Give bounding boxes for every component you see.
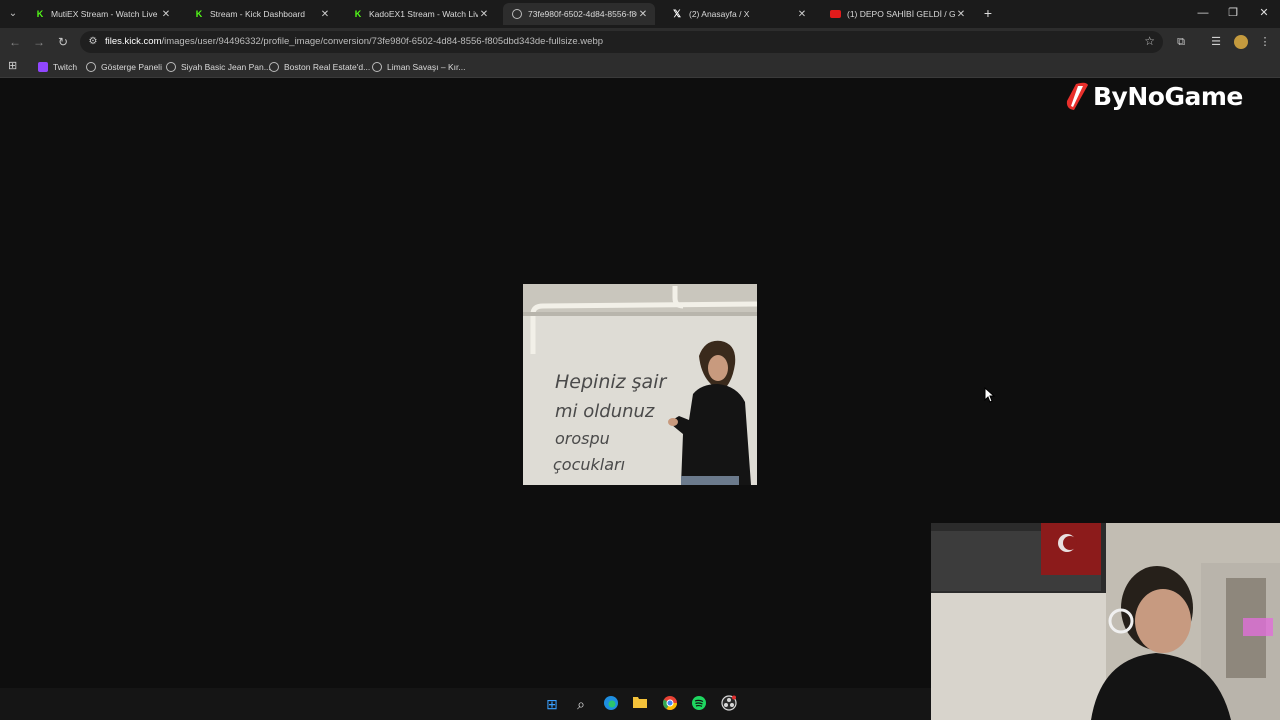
screen: ⌄ K MutiEX Stream - Watch Live on ✕ K St…: [0, 0, 1280, 720]
x-icon: 𝕏: [672, 8, 682, 20]
profile-image[interactable]: Hepiniz şair mi oldunuz orospu çocukları: [523, 284, 757, 485]
close-tab-icon[interactable]: ✕: [160, 9, 172, 20]
bookmark-liman-savasi[interactable]: Liman Savaşı – Kır...: [372, 59, 465, 75]
bookmark-star-icon[interactable]: ☆: [1144, 34, 1155, 48]
kick-icon: K: [354, 9, 362, 19]
youtube-icon: [830, 10, 841, 18]
tab-x-home[interactable]: 𝕏 (2) Anasayfa / X ✕: [662, 3, 814, 25]
wall-text-line-1: Hepiniz şair: [555, 371, 667, 393]
bynogame-logo-mark-icon: [1066, 82, 1088, 110]
file-explorer-icon[interactable]: [631, 695, 649, 713]
wall-text-line-4: çocukları: [553, 455, 625, 474]
menu-kebab-icon[interactable]: ⋮: [1256, 33, 1274, 51]
tab-title: Stream - Kick Dashboard: [210, 9, 305, 19]
edge-icon[interactable]: [602, 695, 620, 713]
media-controls-icon[interactable]: ☰: [1207, 33, 1225, 51]
url-path: /images/user/94496332/profile_image/conv…: [161, 36, 604, 47]
kick-icon: K: [36, 9, 44, 19]
forward-arrow-icon[interactable]: →: [30, 33, 48, 51]
tab-image-file[interactable]: 73fe980f-6502-4d84-8556-f805 ✕: [503, 3, 655, 25]
apps-grid-icon[interactable]: ⊞: [8, 60, 20, 72]
bookmark-label: Boston Real Estate'd...: [284, 62, 371, 72]
new-tab-button[interactable]: +: [980, 4, 996, 22]
close-tab-icon[interactable]: ✕: [955, 9, 967, 20]
bookmark-twitch[interactable]: Twitch: [38, 59, 77, 75]
extensions-icon[interactable]: ⧉: [1172, 33, 1190, 51]
close-tab-icon[interactable]: ✕: [319, 9, 331, 20]
bookmark-boston-real-estate[interactable]: Boston Real Estate'd...: [269, 59, 370, 75]
search-icon[interactable]: ⌕: [572, 695, 590, 713]
bynogame-logo: ByNoGame: [1064, 80, 1243, 112]
bookmarks-bar: ⊞ Twitch Gösterge Paneli Siyah Basic Jea…: [0, 56, 1280, 78]
webcam-feed: [931, 523, 1280, 720]
tab-mutiex-stream[interactable]: K MutiEX Stream - Watch Live on ✕: [26, 3, 178, 25]
tab-kadoex1-stream[interactable]: K KadoEX1 Stream - Watch Live o ✕: [344, 3, 496, 25]
bookmark-gosterge-paneli[interactable]: Gösterge Paneli: [86, 59, 162, 75]
minimize-button[interactable]: —: [1188, 4, 1218, 22]
close-tab-icon[interactable]: ✕: [796, 9, 808, 20]
globe-icon: [269, 62, 279, 72]
obs-icon[interactable]: [720, 695, 738, 713]
url-host: files.kick.com: [105, 36, 162, 47]
close-tab-icon[interactable]: ✕: [637, 9, 649, 20]
site-info-icon[interactable]: ⚙: [87, 36, 99, 48]
close-window-button[interactable]: ✕: [1249, 4, 1279, 22]
globe-icon: [166, 62, 176, 72]
close-tab-icon[interactable]: ✕: [478, 9, 490, 20]
globe-icon: [372, 62, 382, 72]
tab-title: 73fe980f-6502-4d84-8556-f805: [528, 9, 637, 19]
url-text[interactable]: files.kick.com/images/user/94496332/prof…: [105, 36, 603, 47]
tab-strip: ⌄ K MutiEX Stream - Watch Live on ✕ K St…: [0, 0, 1280, 28]
restore-button[interactable]: ❐: [1218, 4, 1248, 22]
spotify-icon[interactable]: [690, 695, 708, 713]
bookmark-label: Twitch: [53, 62, 78, 72]
globe-icon: [86, 62, 96, 72]
reload-icon[interactable]: ↻: [54, 33, 72, 51]
wall-text-line-3: orospu: [555, 429, 610, 448]
wall-text-line-2: mi oldunuz: [555, 401, 655, 422]
mouse-cursor-icon: [984, 387, 996, 403]
kick-icon: K: [195, 9, 203, 19]
globe-icon: [512, 9, 522, 19]
logo-text: ByNoGame: [1093, 81, 1243, 111]
profile-avatar[interactable]: [1234, 35, 1248, 49]
tab-youtube-video[interactable]: (1) DEPO SAHİBİ GELDİ / GERGİ ✕: [821, 3, 973, 25]
back-arrow-icon[interactable]: ←: [6, 33, 24, 51]
tab-kick-dashboard[interactable]: K Stream - Kick Dashboard ✕: [185, 3, 337, 25]
browser-toolbar: ← → ↻ ⚙ files.kick.com/images/user/94496…: [0, 28, 1280, 56]
windows-taskbar: ⊞ ⌕: [0, 688, 931, 720]
tab-title: MutiEX Stream - Watch Live on: [51, 9, 160, 19]
tab-title: (2) Anasayfa / X: [689, 9, 750, 19]
tab-title: (1) DEPO SAHİBİ GELDİ / GERGİ: [847, 9, 955, 19]
tab-title: KadoEX1 Stream - Watch Live o: [369, 9, 478, 19]
tab-search-icon[interactable]: ⌄: [5, 6, 21, 22]
windows-start-icon[interactable]: ⊞: [543, 695, 561, 713]
chrome-icon[interactable]: [661, 695, 679, 713]
twitch-icon: [38, 62, 48, 72]
bookmark-siyah-jean[interactable]: Siyah Basic Jean Pan...: [166, 59, 271, 75]
bookmark-label: Gösterge Paneli: [101, 62, 162, 72]
bookmark-label: Liman Savaşı – Kır...: [387, 62, 466, 72]
address-bar[interactable]: ⚙ files.kick.com/images/user/94496332/pr…: [80, 31, 1163, 53]
bookmark-label: Siyah Basic Jean Pan...: [181, 62, 271, 72]
